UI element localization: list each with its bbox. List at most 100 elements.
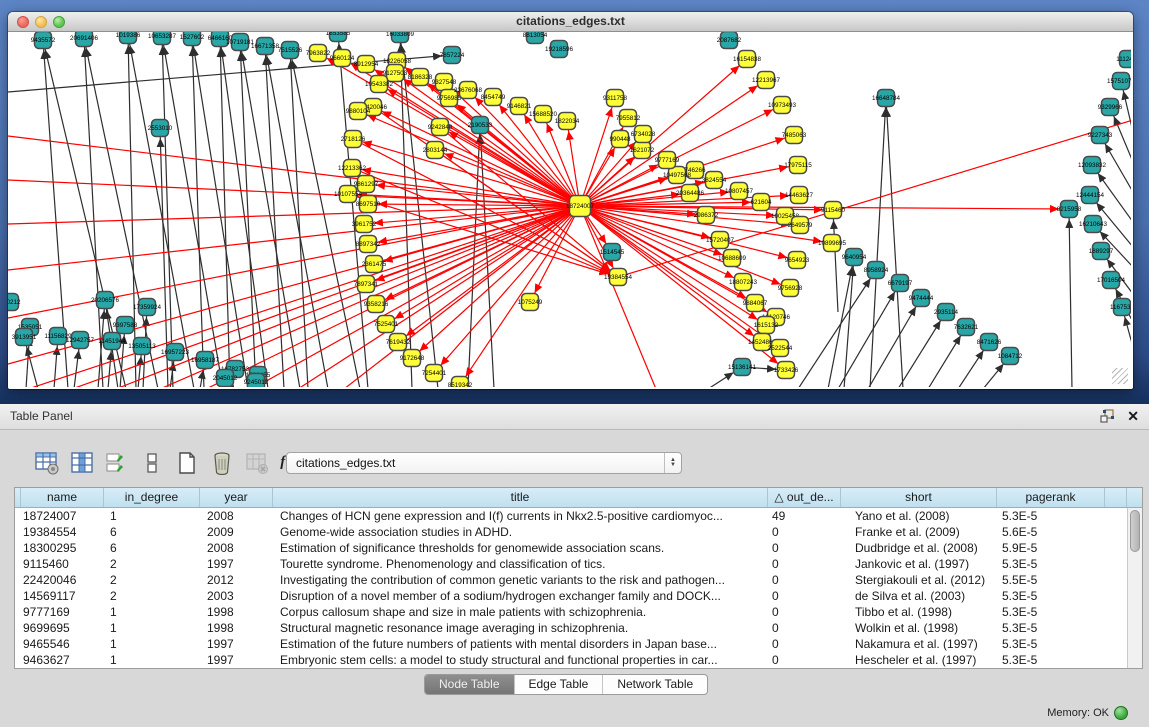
dropdown-stepper-icon[interactable]: ▲▼ bbox=[664, 453, 681, 473]
scrollbar-thumb[interactable] bbox=[1130, 510, 1140, 552]
table-cell[interactable]: 1 bbox=[104, 508, 200, 524]
table-cell[interactable]: 0 bbox=[768, 556, 841, 572]
table-cell[interactable]: 5.3E-5 bbox=[997, 620, 1105, 636]
window-resize-grip[interactable] bbox=[1112, 368, 1128, 384]
table-cell[interactable]: 9115460 bbox=[21, 556, 104, 572]
table-cell[interactable]: 0 bbox=[768, 620, 841, 636]
table-cell[interactable]: 0 bbox=[768, 540, 841, 556]
table-cell[interactable]: Estimation of significance thresholds fo… bbox=[273, 540, 768, 556]
table-cell[interactable]: Nakamura et al. (1997) bbox=[841, 636, 997, 652]
table-cell[interactable]: 9463627 bbox=[21, 652, 104, 668]
network-window-titlebar[interactable]: citations_edges.txt bbox=[8, 12, 1133, 32]
table-cell[interactable]: de Silva et al. (2003) bbox=[841, 588, 997, 604]
table-cell[interactable]: 0 bbox=[768, 572, 841, 588]
table-cell[interactable]: 9777169 bbox=[21, 604, 104, 620]
column-header-out_de[interactable]: △ out_de... bbox=[768, 488, 841, 507]
column-header-name[interactable]: name bbox=[21, 488, 104, 507]
table-cell[interactable]: 1997 bbox=[200, 652, 273, 668]
table-mode-icon[interactable] bbox=[34, 450, 59, 475]
network-graph-canvas[interactable]: 1872400794355722069140610193861065328715… bbox=[8, 32, 1131, 387]
table-cell[interactable]: 5.3E-5 bbox=[997, 508, 1105, 524]
table-cell[interactable]: 49 bbox=[768, 508, 841, 524]
table-cell[interactable]: 19384554 bbox=[21, 524, 104, 540]
table-cell[interactable]: Jankovic et al. (1997) bbox=[841, 556, 997, 572]
table-cell[interactable]: 0 bbox=[768, 604, 841, 620]
table-cell[interactable]: Tourette syndrome. Phenomenology and cla… bbox=[273, 556, 768, 572]
table-cell[interactable]: 18724007 bbox=[21, 508, 104, 524]
table-cell[interactable]: 2 bbox=[104, 556, 200, 572]
table-row[interactable]: 946362711997Embryonic stem cells: a mode… bbox=[15, 652, 1142, 668]
table-cell[interactable]: 1998 bbox=[200, 604, 273, 620]
table-row[interactable]: 911546021997Tourette syndrome. Phenomeno… bbox=[15, 556, 1142, 572]
table-cell[interactable]: 6 bbox=[104, 540, 200, 556]
tab-network-table[interactable]: Network Table bbox=[603, 675, 707, 694]
table-cell[interactable]: Investigating the contribution of common… bbox=[273, 572, 768, 588]
delete-table-icon-disabled[interactable] bbox=[244, 450, 269, 475]
table-row[interactable]: 2242004622012Investigating the contribut… bbox=[15, 572, 1142, 588]
table-row[interactable]: 1830029562008Estimation of significance … bbox=[15, 540, 1142, 556]
table-cell[interactable]: 0 bbox=[768, 588, 841, 604]
column-header-short[interactable]: short bbox=[841, 488, 997, 507]
column-header-title[interactable]: title bbox=[273, 488, 768, 507]
table-cell[interactable]: 1 bbox=[104, 652, 200, 668]
table-cell[interactable]: 14569117 bbox=[21, 588, 104, 604]
table-cell[interactable]: 5.3E-5 bbox=[997, 604, 1105, 620]
column-header-pagerank[interactable]: pagerank bbox=[997, 488, 1105, 507]
table-cell[interactable]: 2012 bbox=[200, 572, 273, 588]
table-cell[interactable]: 5.3E-5 bbox=[997, 556, 1105, 572]
table-cell[interactable]: Genome-wide association studies in ADHD. bbox=[273, 524, 768, 540]
table-cell[interactable]: 0 bbox=[768, 652, 841, 668]
table-cell[interactable]: 2 bbox=[104, 572, 200, 588]
table-cell[interactable]: Hescheler et al. (1997) bbox=[841, 652, 997, 668]
float-panel-icon[interactable] bbox=[1100, 409, 1115, 423]
table-cell[interactable]: Estimation of the future numbers of pati… bbox=[273, 636, 768, 652]
table-cell[interactable]: 2008 bbox=[200, 540, 273, 556]
table-cell[interactable]: Dudbridge et al. (2008) bbox=[841, 540, 997, 556]
table-row[interactable]: 1872400712008Changes of HCN gene express… bbox=[15, 508, 1142, 524]
table-cell[interactable]: 5.6E-5 bbox=[997, 524, 1105, 540]
table-cell[interactable]: 5.3E-5 bbox=[997, 652, 1105, 668]
table-cell[interactable]: Corpus callosum shape and size in male p… bbox=[273, 604, 768, 620]
table-cell[interactable]: 0 bbox=[768, 636, 841, 652]
table-cell[interactable]: Disruption of a novel member of a sodium… bbox=[273, 588, 768, 604]
tab-edge-table[interactable]: Edge Table bbox=[515, 675, 604, 694]
table-row[interactable]: 946554611997Estimation of the future num… bbox=[15, 636, 1142, 652]
table-cell[interactable]: Yano et al. (2008) bbox=[841, 508, 997, 524]
table-cell[interactable]: 6 bbox=[104, 524, 200, 540]
table-cell[interactable]: 1998 bbox=[200, 620, 273, 636]
table-panel-titlebar[interactable]: Table Panel ✕ bbox=[0, 404, 1149, 430]
citation-network-graph[interactable]: 1872400794355722069140610193861065328715… bbox=[8, 32, 1131, 387]
table-cell[interactable]: Structural magnetic resonance image aver… bbox=[273, 620, 768, 636]
table-cell[interactable]: Wolkin et al. (1998) bbox=[841, 620, 997, 636]
table-cell[interactable]: Franke et al. (2009) bbox=[841, 524, 997, 540]
delete-column-icon[interactable] bbox=[209, 450, 234, 475]
table-cell[interactable]: 2009 bbox=[200, 524, 273, 540]
close-panel-icon[interactable]: ✕ bbox=[1127, 408, 1139, 424]
table-cell[interactable]: 9465546 bbox=[21, 636, 104, 652]
column-checklist-icon[interactable] bbox=[104, 450, 129, 475]
table-cell[interactable]: Changes of HCN gene expression and I(f) … bbox=[273, 508, 768, 524]
show-columns-icon[interactable] bbox=[69, 450, 94, 475]
table-cell[interactable]: Stergiakouli et al. (2012) bbox=[841, 572, 997, 588]
table-cell[interactable]: Embryonic stem cells: a model to study s… bbox=[273, 652, 768, 668]
table-cell[interactable]: 5.3E-5 bbox=[997, 588, 1105, 604]
table-cell[interactable]: 2008 bbox=[200, 508, 273, 524]
column-header-year[interactable]: year bbox=[200, 488, 273, 507]
new-column-icon[interactable] bbox=[174, 450, 199, 475]
table-cell[interactable]: 9699695 bbox=[21, 620, 104, 636]
table-cell[interactable]: 5.5E-5 bbox=[997, 572, 1105, 588]
table-cell[interactable]: 5.3E-5 bbox=[997, 636, 1105, 652]
row-height-icon[interactable] bbox=[139, 450, 164, 475]
table-cell[interactable]: 1 bbox=[104, 620, 200, 636]
table-cell[interactable]: 1997 bbox=[200, 636, 273, 652]
tab-node-table[interactable]: Node Table bbox=[425, 675, 515, 694]
table-row[interactable]: 1938455462009Genome-wide association stu… bbox=[15, 524, 1142, 540]
table-cell[interactable]: 18300295 bbox=[21, 540, 104, 556]
table-selector-dropdown[interactable]: citations_edges.txt ▲▼ bbox=[286, 452, 682, 474]
network-view-window[interactable]: citations_edges.txt 18724007943557220691… bbox=[8, 12, 1133, 389]
table-cell[interactable]: 1997 bbox=[200, 556, 273, 572]
table-row[interactable]: 977716911998Corpus callosum shape and si… bbox=[15, 604, 1142, 620]
table-vertical-scrollbar[interactable] bbox=[1127, 508, 1142, 668]
table-cell[interactable]: 0 bbox=[768, 524, 841, 540]
table-cell[interactable]: Tibbo et al. (1998) bbox=[841, 604, 997, 620]
